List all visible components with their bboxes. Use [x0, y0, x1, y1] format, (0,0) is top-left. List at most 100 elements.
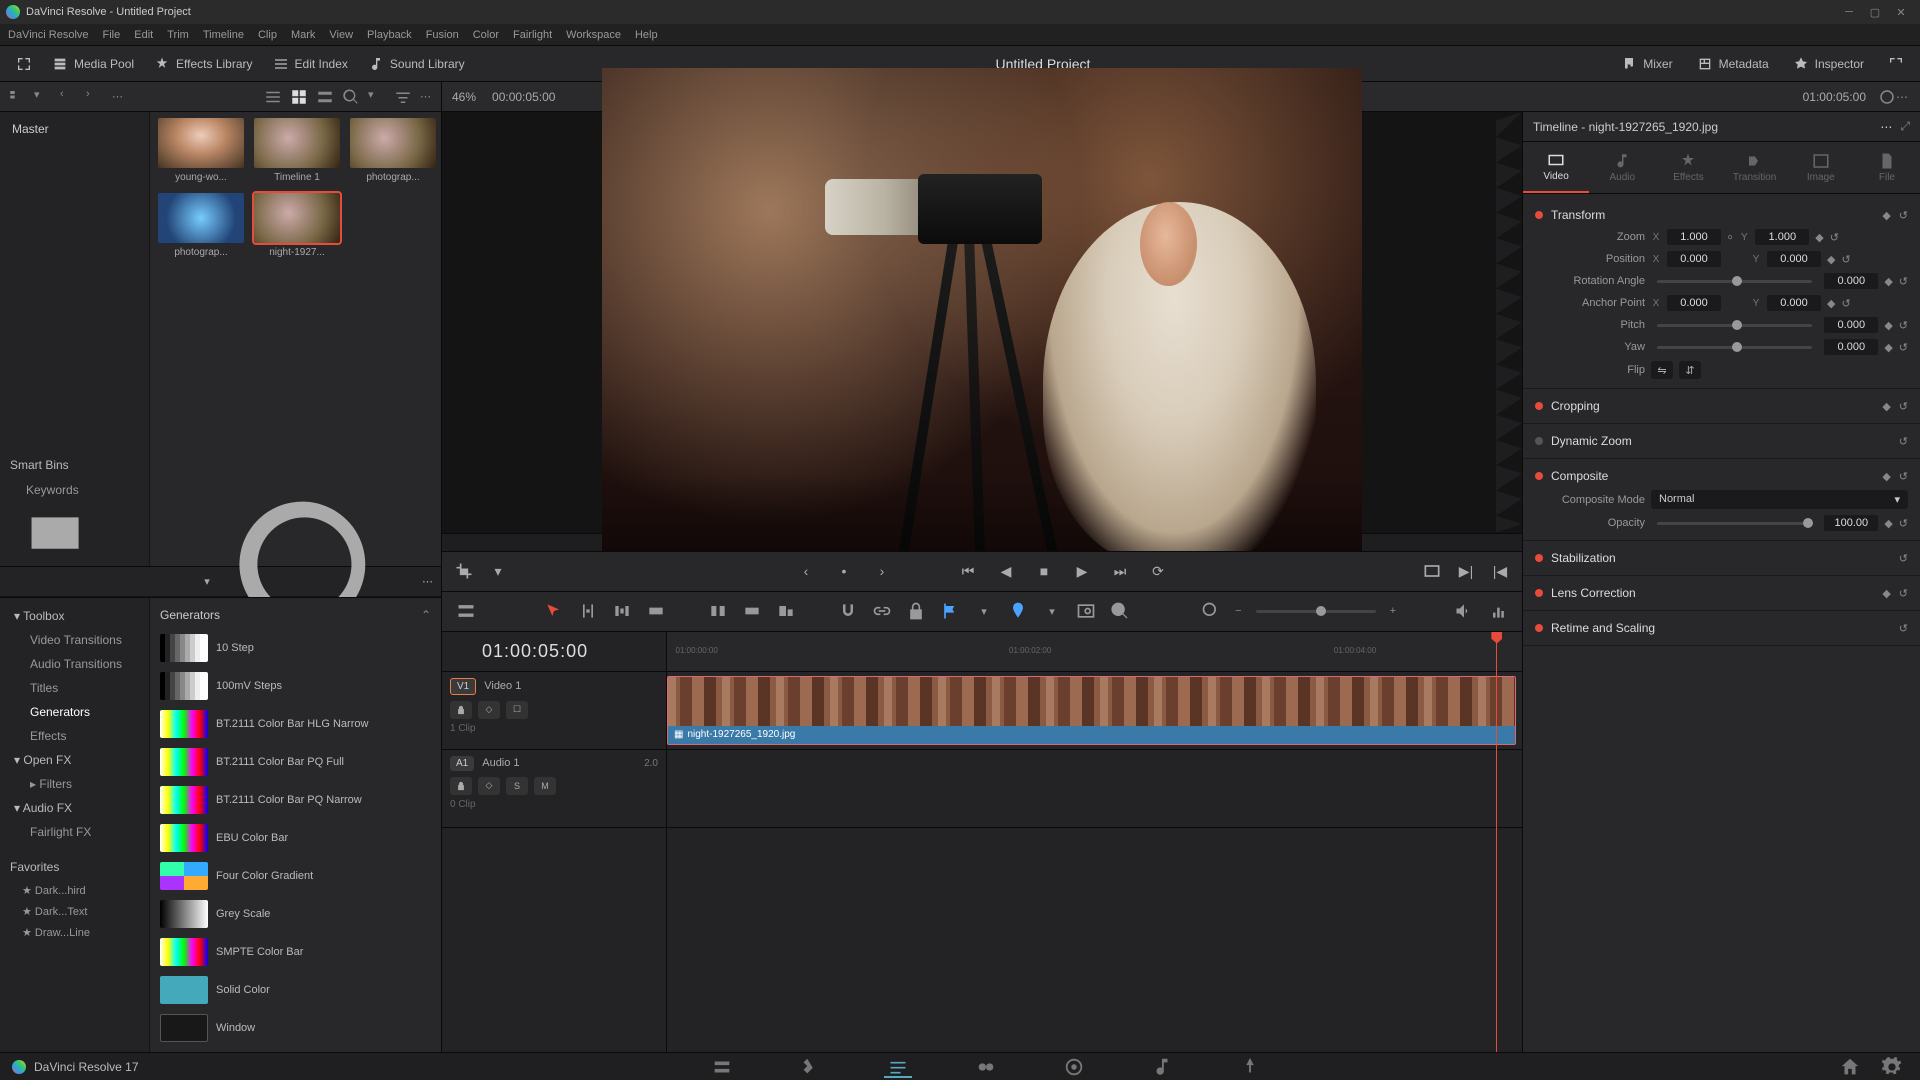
bin-master[interactable]: Master: [0, 116, 149, 142]
options-icon[interactable]: ⋯: [420, 90, 433, 103]
tab-file[interactable]: File: [1854, 142, 1920, 193]
reset-icon[interactable]: ↺: [1899, 275, 1908, 288]
options-icon[interactable]: ⋯: [422, 575, 433, 588]
favorite-item[interactable]: ★ Draw...Line: [0, 922, 149, 943]
reset-icon[interactable]: ↺: [1841, 297, 1850, 310]
viewer[interactable]: [442, 112, 1522, 533]
settings-icon[interactable]: [1878, 1056, 1906, 1078]
nav-back-icon[interactable]: ‹: [60, 88, 78, 106]
maximize-button[interactable]: ▢: [1862, 3, 1888, 21]
options-icon[interactable]: ⋯: [112, 90, 125, 103]
expand-icon[interactable]: ⤢: [1900, 119, 1910, 134]
zoom-fit-icon[interactable]: [1110, 601, 1130, 621]
page-color[interactable]: [1060, 1056, 1088, 1078]
lock-track-button[interactable]: [450, 701, 472, 719]
flag-icon[interactable]: [940, 601, 960, 621]
page-fusion[interactable]: [972, 1056, 1000, 1078]
snap-icon[interactable]: [838, 601, 858, 621]
anchor-x-field[interactable]: 0.000: [1667, 295, 1721, 311]
fx-cat[interactable]: Effects: [0, 724, 149, 748]
opacity-slider[interactable]: [1657, 522, 1812, 525]
fullscreen-button[interactable]: [6, 52, 42, 76]
reset-icon[interactable]: ↺: [1899, 341, 1908, 354]
keyframe-icon[interactable]: ◆: [1882, 470, 1890, 483]
generator-item[interactable]: 10 Step: [154, 630, 437, 666]
audio-track-lane[interactable]: [667, 750, 1522, 828]
zoom-x-field[interactable]: 1.000: [1667, 229, 1721, 245]
clip-item[interactable]: Timeline 1: [254, 118, 340, 183]
pos-y-field[interactable]: 0.000: [1767, 251, 1821, 267]
options-icon[interactable]: ⋯: [1896, 90, 1910, 104]
fx-cat[interactable]: Audio Transitions: [0, 652, 149, 676]
marker-icon[interactable]: [1008, 601, 1028, 621]
generator-item[interactable]: 100mV Steps: [154, 668, 437, 704]
page-fairlight[interactable]: [1148, 1056, 1176, 1078]
meter-icon[interactable]: [1488, 601, 1508, 621]
chevron-down-icon[interactable]: ▾: [488, 561, 508, 581]
anchor-y-field[interactable]: 0.000: [1767, 295, 1821, 311]
zoom-out-icon[interactable]: [1201, 601, 1221, 621]
options-icon[interactable]: ⋯: [1880, 120, 1892, 134]
go-end-icon[interactable]: ⏭: [1110, 561, 1130, 581]
sort-icon[interactable]: [394, 88, 412, 106]
timeline-timecode[interactable]: 01:00:05:00: [442, 632, 666, 672]
generator-item[interactable]: Four Color Gradient: [154, 858, 437, 894]
keyframe-icon[interactable]: ◆: [1884, 341, 1892, 354]
auto-select-button[interactable]: ◇: [478, 777, 500, 795]
next-edit-icon[interactable]: ›: [872, 561, 892, 581]
generator-item[interactable]: Grey Scale: [154, 896, 437, 932]
rotation-slider[interactable]: [1657, 280, 1812, 283]
reset-icon[interactable]: ↺: [1899, 552, 1908, 565]
search-icon[interactable]: [342, 88, 360, 106]
go-start-icon[interactable]: ⏮: [958, 561, 978, 581]
video-track-header[interactable]: V1 Video 1 ◇ ☐ 1 Clip: [442, 672, 666, 750]
zoom-slider[interactable]: [1256, 610, 1376, 613]
step-back-icon[interactable]: ◀: [996, 561, 1016, 581]
close-button[interactable]: ✕: [1888, 3, 1914, 21]
menu-item[interactable]: Color: [473, 29, 499, 41]
chevron-down-icon[interactable]: ▾: [34, 88, 52, 106]
tab-audio[interactable]: Audio: [1589, 142, 1655, 193]
video-track-lane[interactable]: ▦night-1927265_1920.jpg: [667, 672, 1522, 750]
fx-cat[interactable]: Titles: [0, 676, 149, 700]
reset-icon[interactable]: ↺: [1841, 253, 1850, 266]
dynamic-trim-icon[interactable]: [612, 601, 632, 621]
generator-item[interactable]: SMPTE Color Bar: [154, 934, 437, 970]
reset-icon[interactable]: ↺: [1899, 517, 1908, 530]
rotation-field[interactable]: 0.000: [1824, 273, 1878, 289]
fx-cat-toolbox[interactable]: ▾ Toolbox: [0, 604, 149, 628]
track-tag[interactable]: A1: [450, 756, 474, 771]
zoom-y-field[interactable]: 1.000: [1755, 229, 1809, 245]
reset-icon[interactable]: ↺: [1899, 622, 1908, 635]
menu-item[interactable]: Fairlight: [513, 29, 552, 41]
clip-item[interactable]: photograp...: [350, 118, 436, 183]
generator-item[interactable]: BT.2111 Color Bar HLG Narrow: [154, 706, 437, 742]
trim-tool-icon[interactable]: [578, 601, 598, 621]
media-pool-toggle[interactable]: Media Pool: [42, 52, 144, 76]
section-dynamic-zoom[interactable]: Dynamic Zoom: [1551, 434, 1891, 448]
inspector-toggle[interactable]: Inspector: [1783, 52, 1874, 76]
play-icon[interactable]: ▶: [1072, 561, 1092, 581]
generator-item[interactable]: BT.2111 Color Bar PQ Narrow: [154, 782, 437, 818]
link-icon[interactable]: [872, 601, 892, 621]
generator-item[interactable]: Window: [154, 1010, 437, 1046]
reset-icon[interactable]: ↺: [1899, 400, 1908, 413]
expand-button[interactable]: [1878, 52, 1914, 76]
tab-video[interactable]: Video: [1523, 142, 1589, 193]
menu-item[interactable]: Playback: [367, 29, 412, 41]
chevron-down-icon[interactable]: ▾: [1042, 601, 1062, 621]
find-icon[interactable]: [1076, 601, 1096, 621]
selection-tool-icon[interactable]: [544, 601, 564, 621]
menu-item[interactable]: View: [329, 29, 353, 41]
section-cropping[interactable]: Cropping: [1551, 399, 1874, 413]
chevron-down-icon[interactable]: ▾: [974, 601, 994, 621]
menu-item[interactable]: Mark: [291, 29, 315, 41]
link-icon[interactable]: ⸰: [1727, 230, 1733, 245]
keyframe-icon[interactable]: ◆: [1884, 275, 1892, 288]
mixer-toggle[interactable]: Mixer: [1611, 52, 1682, 76]
section-retime[interactable]: Retime and Scaling: [1551, 621, 1891, 635]
step-fwd-icon[interactable]: ▶|: [1456, 561, 1476, 581]
insert-icon[interactable]: [708, 601, 728, 621]
sound-library-toggle[interactable]: Sound Library: [358, 52, 475, 76]
metadata-toggle[interactable]: Metadata: [1687, 52, 1779, 76]
